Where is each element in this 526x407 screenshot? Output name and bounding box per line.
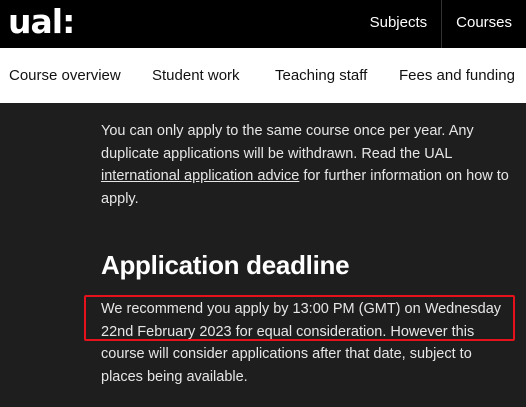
tab-student-work[interactable]: Student work [152, 67, 240, 84]
ual-logo[interactable]: ual: [8, 2, 75, 41]
apply-paragraph: You can only apply to the same course on… [101, 120, 521, 210]
course-tabs: Course overview Student work Teaching st… [0, 48, 526, 103]
nav-courses[interactable]: Courses [441, 0, 526, 48]
tab-fees-and-funding[interactable]: Fees and funding [399, 67, 515, 84]
application-deadline-heading: Application deadline [101, 250, 350, 280]
tab-course-overview[interactable]: Course overview [9, 67, 121, 84]
apply-info: You can only apply to the same course on… [101, 120, 521, 210]
tab-teaching-staff[interactable]: Teaching staff [275, 67, 367, 84]
international-application-advice-link[interactable]: international application advice [101, 168, 299, 184]
apply-text: You can only apply to the same course on… [101, 123, 474, 162]
top-nav: Subjects Courses [356, 0, 526, 48]
nav-subjects[interactable]: Subjects [356, 0, 442, 48]
site-header: ual: Subjects Courses [0, 0, 526, 48]
deadline-paragraph: We recommend you apply by 13:00 PM (GMT)… [101, 301, 502, 385]
